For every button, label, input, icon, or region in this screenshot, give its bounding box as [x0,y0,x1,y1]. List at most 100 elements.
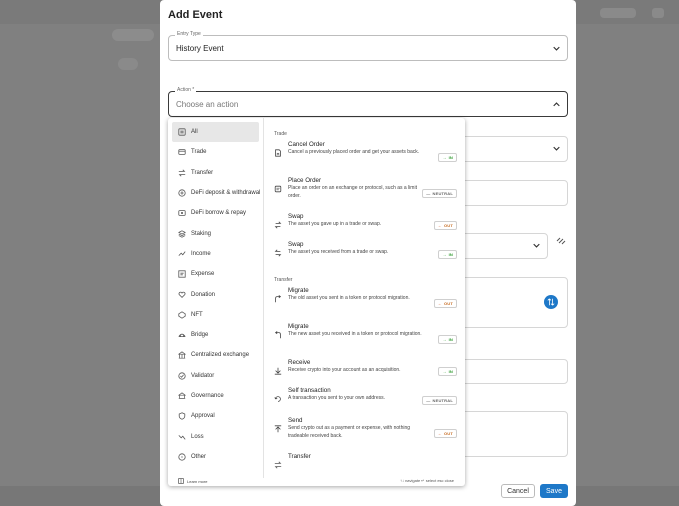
exchange-icon [178,351,186,359]
governance-icon [178,392,186,399]
category-item[interactable]: All [172,122,259,143]
swap-out-icon [274,221,282,229]
form-field-ghost [460,136,568,162]
event-option-description: The old asset you sent in a token or pro… [288,295,410,301]
event-option[interactable]: Migrate The old asset you sent in a token… [274,285,465,321]
category-item[interactable]: Trade [172,142,259,162]
defi-deposit-icon [178,189,186,197]
event-option-name: Migrate [288,323,309,330]
event-option-description: The new asset you received in a token or… [288,331,422,337]
event-option[interactable]: Cancel Order Cancel a previously placed o… [274,139,465,175]
category-item[interactable]: Staking [172,223,259,243]
category-item[interactable]: Bridge [172,325,259,345]
chevron-down-icon [553,46,560,51]
self-transaction-icon [274,396,281,402]
category-item[interactable]: Loss [172,426,259,446]
expense-icon [178,270,186,278]
event-option-text: Migrate The old asset you sent in a token… [288,287,428,303]
direction-badge-label: OUT [443,301,453,306]
category-label: Income [191,250,211,257]
action-label: Action * [175,87,197,93]
receive-icon [274,367,282,375]
category-label: Centralized exchange [191,352,250,359]
event-option-description: Place an order on an exchange or protoco… [288,185,417,199]
event-option-name: Receive [288,359,311,366]
event-option-description: The asset you gave up in a trade or swap… [288,221,382,227]
add-event-dialog: Add Event Entry Type History Event Actio… [160,0,576,506]
direction-arrow-icon: ← [437,301,442,306]
entry-type-label: Entry Type [175,31,203,37]
group-header-trade: Trade [274,131,287,137]
category-label: Validator [191,372,215,379]
chevron-down-icon [533,243,540,248]
direction-badge: — NEUTRAL [422,396,457,405]
event-option-name: Migrate [288,287,309,294]
event-option[interactable]: Swap The asset you received from a trade … [274,239,465,269]
direction-arrow-icon: — [426,398,431,403]
category-item[interactable]: Governance [172,386,259,406]
category-item[interactable]: Centralized exchange [172,345,259,365]
direction-badge-label: NEUTRAL [432,398,453,403]
entry-type-select[interactable]: Entry Type History Event [168,31,568,61]
category-item[interactable]: Donation [172,284,259,304]
direction-badge: → IN [438,153,457,162]
event-option-text: Place Order Place an order on an exchange… [288,177,428,200]
event-option[interactable]: Send Send crypto out as a payment or expe… [274,415,465,451]
form-field-ghost [460,359,568,384]
event-option-name: Send [288,417,303,424]
chevron-down-icon [553,146,560,151]
action-combobox[interactable]: Action * Choose an action [168,87,568,117]
swap-in-icon [274,249,282,257]
event-option-text: Receive Receive crypto into your account … [288,359,428,375]
swap-arrows-icon [547,298,555,306]
direction-badge-label: IN [448,369,453,374]
event-option-name: Transfer [288,453,311,460]
direction-badge: ← OUT [433,299,457,308]
category-item[interactable]: DeFi deposit & withdrawal [172,183,260,203]
category-item[interactable]: DeFi borrow & repay [172,203,259,223]
event-option-text: Cancel Order Cancel a previously placed o… [288,141,428,157]
event-option-name: Swap [288,241,304,248]
direction-badge: → IN [438,367,457,376]
direction-badge-label: NEUTRAL [432,191,453,196]
donation-icon [178,291,186,298]
migrate-in-icon [274,331,281,339]
event-option-text: Swap The asset you received from a trade … [288,241,428,257]
action-placeholder: Choose an action [176,100,239,109]
direction-badge: → IN [438,250,457,259]
migrate-out-icon [275,295,282,303]
direction-badge-label: IN [448,337,453,342]
swap-direction-button[interactable] [544,295,558,309]
category-label: Expense [191,271,215,278]
event-option[interactable]: Swap The asset you gave up in a trade or … [274,211,465,239]
category-label: Trade [191,149,207,156]
event-option[interactable]: Migrate The new asset you received in a t… [274,321,465,357]
dialog-title: Add Event [168,9,223,21]
background-button [600,8,636,18]
save-button[interactable]: Save [540,484,568,498]
event-option[interactable]: Self transaction A transaction you sent t… [274,385,465,415]
event-option-description: Send crypto out as a payment or expense,… [288,425,411,439]
category-item[interactable]: Expense [172,264,259,284]
category-item[interactable]: Other [172,447,259,467]
event-option[interactable]: Place Order Place an order on an exchange… [274,175,465,211]
event-option-description: A transaction you sent to your own addre… [288,395,385,401]
direction-badge: — NEUTRAL [422,189,457,198]
event-option[interactable]: Receive Receive crypto into your account … [274,357,465,385]
category-item[interactable]: Validator [172,366,259,386]
income-icon [178,251,186,256]
direction-badge-label: OUT [443,223,453,228]
link-icon[interactable] [556,236,566,246]
category-item[interactable]: NFT [172,305,259,325]
transfer-icon [274,461,282,469]
category-item[interactable]: Income [172,244,259,264]
category-item[interactable]: Transfer [172,163,259,183]
bridge-icon [178,333,186,338]
event-option[interactable]: Transfer [274,451,465,471]
category-item[interactable]: Approval [172,406,259,426]
category-label: Governance [191,393,224,399]
place-order-icon [274,185,282,193]
background-chip [112,29,154,41]
cancel-button[interactable]: Cancel [501,484,535,498]
event-list: Trade Cancel Order Cancel a previously pl… [265,118,465,478]
